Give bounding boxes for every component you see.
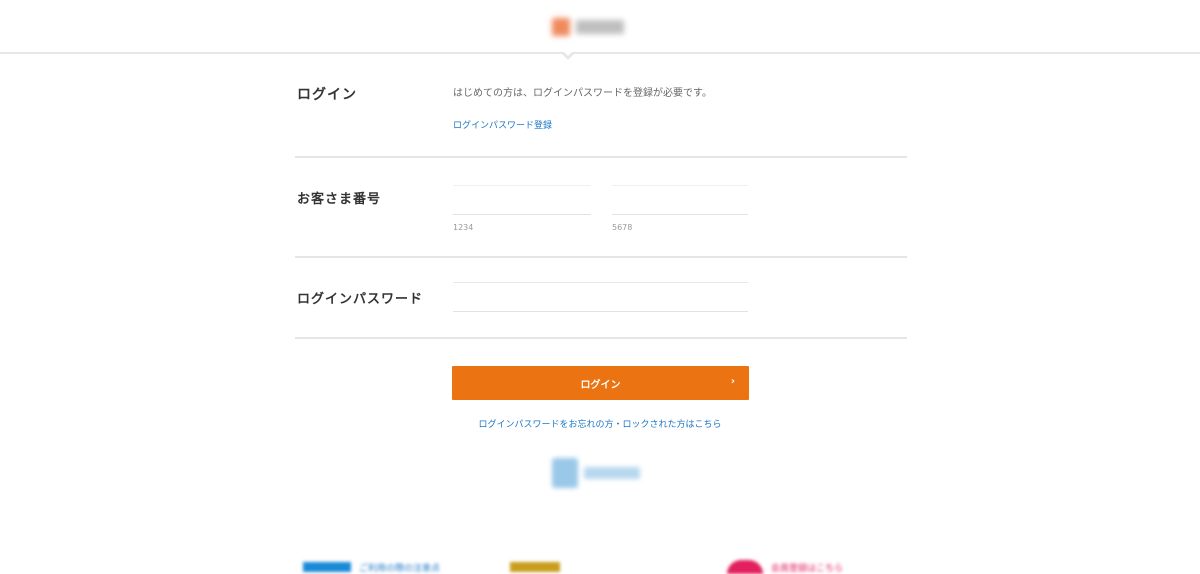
login-title: ログイン — [297, 87, 357, 103]
footer-banners: ご利用の際の注意点 会員登録はこちら — [300, 558, 900, 574]
customer-number-input-2[interactable] — [612, 185, 748, 215]
login-form: ログイン はじめての方は、ログインパスワードを登録が必要です。 ログインパスワー… — [295, 54, 907, 339]
password-label: ログインパスワード — [297, 292, 424, 307]
security-badge[interactable] — [552, 456, 648, 490]
customer-number-hint-2: 5678 — [612, 223, 633, 232]
login-button-label: ログイン — [580, 379, 621, 391]
page-header — [0, 0, 1200, 54]
customer-number-input-1[interactable] — [453, 185, 591, 215]
customer-number-row: お客さま番号 1234 5678 — [295, 158, 907, 258]
customer-number-hint-1: 1234 — [453, 223, 474, 232]
brand-logo[interactable] — [552, 16, 630, 38]
security-seal-icon — [552, 458, 578, 488]
brand-logo-wordmark — [576, 20, 624, 34]
password-input[interactable] — [453, 282, 748, 312]
register-password-link[interactable]: ログインパスワード登録 — [453, 118, 552, 131]
login-button[interactable]: ログイン › — [452, 366, 749, 400]
login-intro-text: はじめての方は、ログインパスワードを登録が必要です。 — [453, 88, 712, 99]
brand-logo-icon — [552, 18, 570, 36]
banner-3-icon — [727, 560, 763, 574]
forgot-password-link[interactable]: ログインパスワードをお忘れの方・ロックされた方はこちら — [462, 417, 738, 430]
security-badge-text — [584, 467, 640, 479]
banner-1-label: ご利用の際の注意点 — [359, 563, 441, 574]
login-intro-row: ログイン はじめての方は、ログインパスワードを登録が必要です。 ログインパスワー… — [295, 54, 907, 158]
chevron-right-icon: › — [730, 376, 735, 387]
customer-number-label: お客さま番号 — [297, 192, 382, 207]
banner-3-label: 会員登録はこちら — [771, 563, 844, 574]
password-row: ログインパスワード — [295, 258, 907, 339]
